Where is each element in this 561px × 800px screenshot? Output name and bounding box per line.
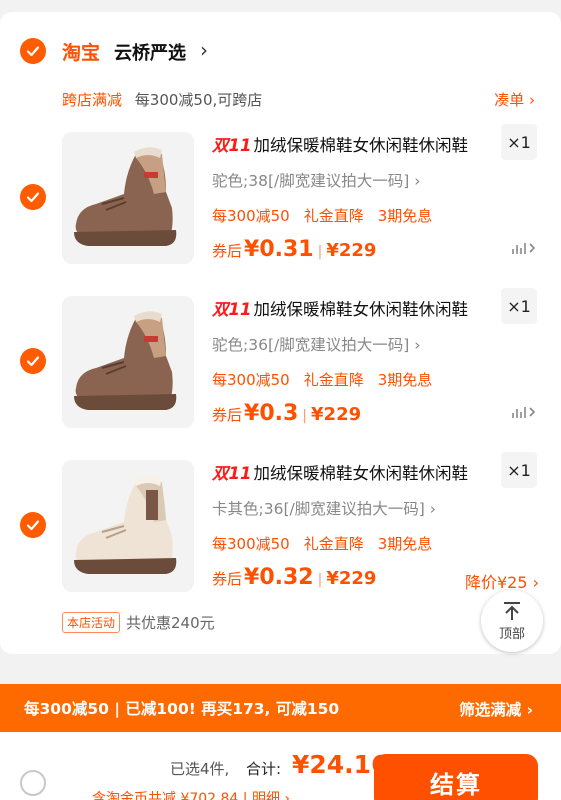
promo-tags: 每300减50 礼金直降 3期免息 [212, 205, 446, 226]
shop-activity-badge: 本店活动 [62, 612, 121, 633]
price-trend-icon[interactable] [511, 404, 539, 424]
total-label: 合计: [246, 760, 282, 778]
after-coupon-price: ¥0.31 [244, 237, 314, 262]
product-title-text: 加绒保暖棉鞋女休闲鞋休闲鞋 [253, 136, 468, 155]
shop-chevron-icon[interactable]: › [200, 38, 208, 62]
price-row: 券后 ¥0.3 | ¥229 [212, 401, 361, 426]
shoe-image [62, 132, 194, 264]
checkout-button[interactable]: 结算 [374, 754, 538, 800]
quantity-selector[interactable]: ×1 [501, 124, 537, 160]
product-title[interactable]: 双11 加绒保暖棉鞋女休闲鞋休闲鞋 [212, 296, 497, 320]
promo-tag-discount: 每300减50 [212, 371, 290, 389]
selected-count: 已选4件, [170, 760, 230, 778]
after-coupon-price: ¥0.3 [244, 401, 299, 426]
cart-item: 双11 加绒保暖棉鞋女休闲鞋休闲鞋 ×1 驼色;36[/脚宽建议拍大一码] › 每… [0, 288, 561, 446]
double11-badge: 双11 [212, 300, 252, 319]
promo-tags: 每300减50 礼金直降 3期免息 [212, 369, 446, 390]
coin-discount-detail[interactable]: 含淘金币共减 ¥702.84 | 明细 › [92, 788, 290, 800]
price-row: 券后 ¥0.31 | ¥229 [212, 237, 376, 262]
quantity-selector[interactable]: ×1 [501, 452, 537, 488]
top-strip [0, 0, 561, 12]
product-title[interactable]: 双11 加绒保暖棉鞋女休闲鞋休闲鞋 [212, 132, 497, 156]
promo-text: 每300减50,可跨店 [134, 91, 263, 109]
after-coupon-label: 券后 [212, 406, 243, 424]
double11-badge: 双11 [212, 136, 252, 155]
after-coupon-label: 券后 [212, 570, 243, 588]
shop-activity[interactable]: 本店活动 共优惠240元 [62, 612, 215, 633]
original-price: ¥229 [311, 404, 362, 425]
shoe-image [62, 460, 194, 592]
original-price: ¥229 [326, 240, 377, 261]
price-drop-link[interactable]: 降价¥25 › [465, 569, 539, 593]
price-row: 券后 ¥0.32 | ¥229 [212, 565, 376, 590]
product-image[interactable] [62, 132, 194, 264]
promo-tag-discount: 每300减50 [212, 535, 290, 553]
promo-tags: 每300减50 礼金直降 3期免息 [212, 533, 446, 554]
quantity-selector[interactable]: ×1 [501, 288, 537, 324]
discount-progress-bar: 每300减50 | 已减100! 再买173, 可减150 筛选满减 › [0, 684, 561, 732]
sku-selector[interactable]: 驼色;36[/脚宽建议拍大一码] › [212, 333, 420, 355]
price-divider: | [317, 244, 323, 260]
shoe-image [62, 296, 194, 428]
check-icon [26, 46, 40, 57]
chart-trend-icon [512, 243, 536, 254]
promo-tag-installment: 3期免息 [377, 535, 433, 553]
add-items-link[interactable]: 凑单 › [494, 89, 535, 110]
price-divider: | [302, 408, 308, 424]
promo-tag: 跨店满减 [62, 91, 123, 109]
select-all-checkbox[interactable] [20, 770, 46, 796]
cart-item: 双11 加绒保暖棉鞋女休闲鞋休闲鞋 ×1 卡其色;36[/脚宽建议拍大一码] › … [0, 452, 561, 610]
arrow-up-icon [504, 602, 520, 620]
shop-name[interactable]: 云桥严选 [114, 39, 186, 65]
sku-selector[interactable]: 卡其色;36[/脚宽建议拍大一码] › [212, 497, 436, 519]
after-coupon-price: ¥0.32 [244, 565, 314, 590]
filter-discount-link[interactable]: 筛选满减 › [459, 698, 533, 720]
back-to-top-label: 顶部 [498, 627, 525, 642]
product-image[interactable] [62, 460, 194, 592]
taobao-label: 淘宝 [62, 42, 101, 64]
promo-tag-installment: 3期免息 [377, 371, 433, 389]
cart-item: 双11 加绒保暖棉鞋女休闲鞋休闲鞋 ×1 驼色;38[/脚宽建议拍大一码] › 每… [0, 124, 561, 282]
product-title[interactable]: 双11 加绒保暖棉鞋女休闲鞋休闲鞋 [212, 460, 497, 484]
shop-checkbox[interactable] [20, 38, 46, 64]
price-trend-icon[interactable] [511, 240, 539, 260]
chart-trend-icon [512, 407, 536, 418]
promo-tag-discount: 每300减50 [212, 207, 290, 225]
shop-activity-text: 共优惠240元 [126, 614, 215, 632]
product-title-text: 加绒保暖棉鞋女休闲鞋休闲鞋 [253, 464, 468, 483]
sku-selector[interactable]: 驼色;38[/脚宽建议拍大一码] › [212, 169, 420, 191]
price-divider: | [317, 572, 323, 588]
cross-store-promo: 跨店满减 每300减50,可跨店 [62, 89, 262, 110]
product-image[interactable] [62, 296, 194, 428]
product-title-text: 加绒保暖棉鞋女休闲鞋休闲鞋 [253, 300, 468, 319]
back-to-top-button[interactable]: 顶部 [481, 590, 543, 652]
original-price: ¥229 [326, 568, 377, 589]
double11-badge: 双11 [212, 464, 252, 483]
promo-tag-gift: 礼金直降 [303, 371, 364, 389]
promo-tag-installment: 3期免息 [377, 207, 433, 225]
promo-tag-gift: 礼金直降 [303, 535, 364, 553]
discount-progress-text: 每300减50 | 已减100! 再买173, 可减150 [24, 700, 340, 718]
promo-tag-gift: 礼金直降 [303, 207, 364, 225]
checkout-footer: 已选4件, 合计: ¥24.16 含淘金币共减 ¥702.84 | 明细 › 结… [0, 732, 561, 800]
after-coupon-label: 券后 [212, 242, 243, 260]
